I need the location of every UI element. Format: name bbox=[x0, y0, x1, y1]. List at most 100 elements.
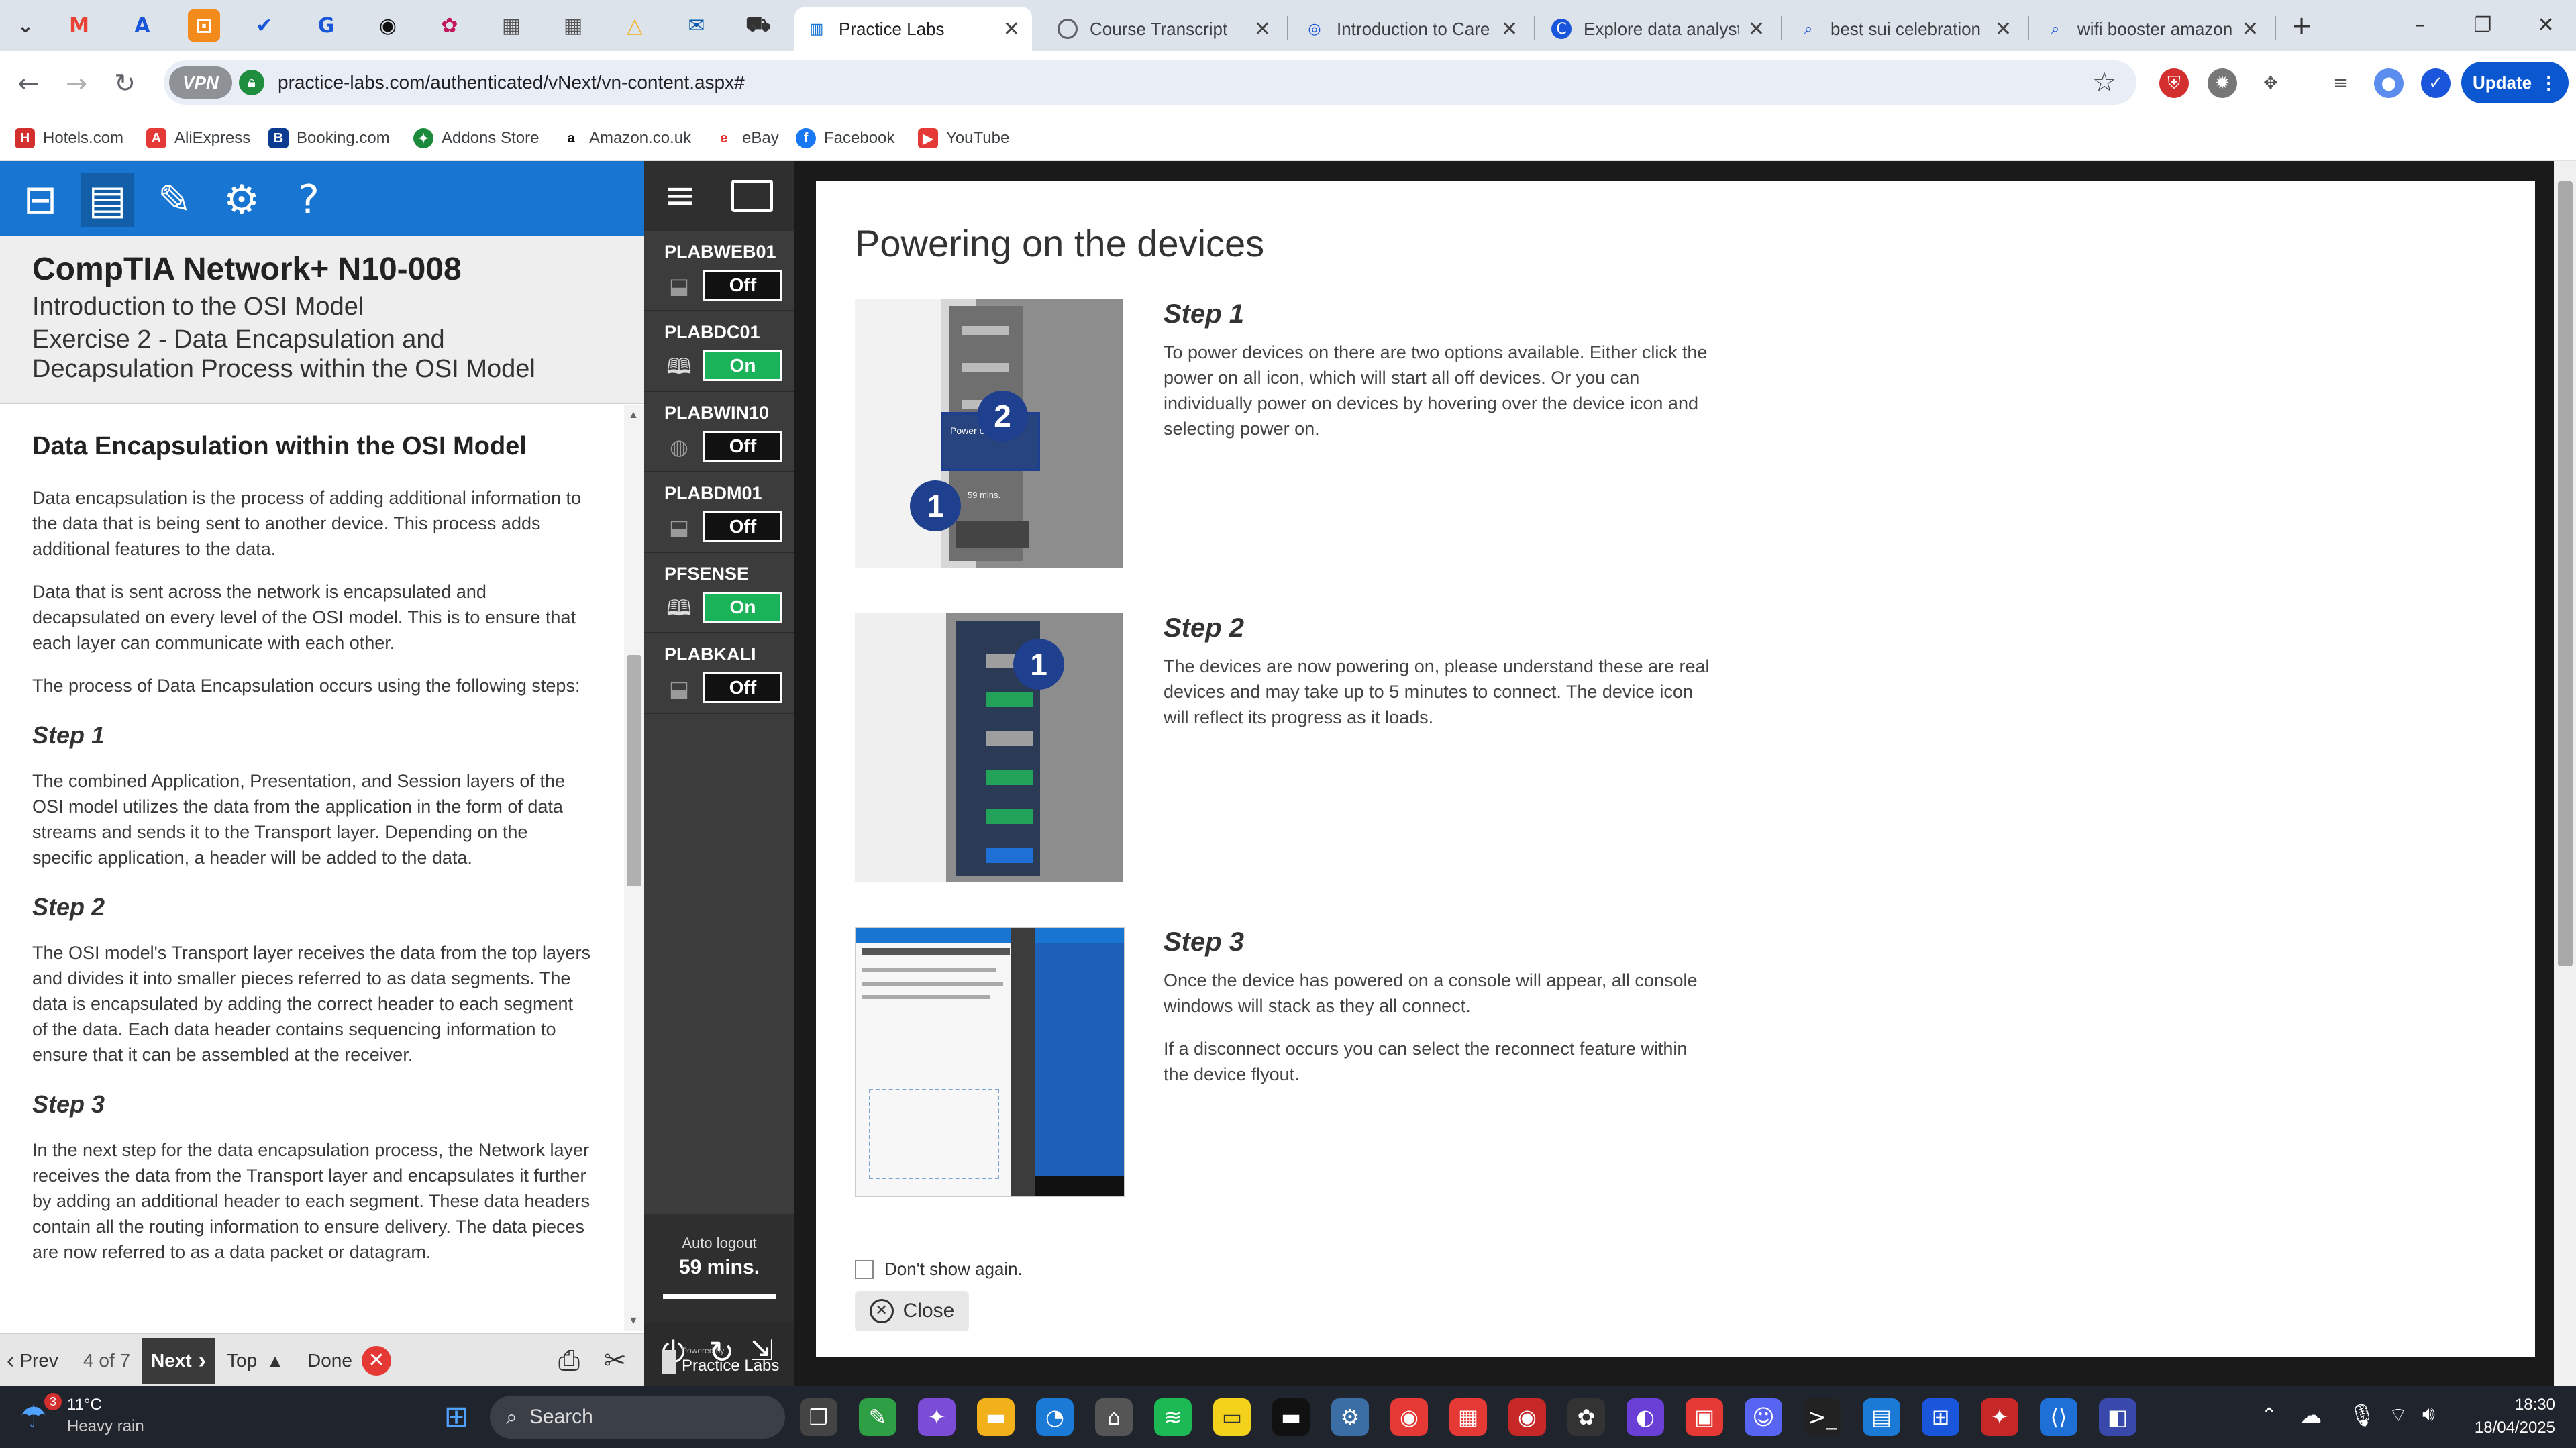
scroll-up-icon[interactable]: ▲ bbox=[628, 409, 639, 421]
bookmark-addons-store[interactable]: ✦ Addons Store bbox=[413, 126, 539, 150]
pinned-tab-g-icon[interactable]: G bbox=[310, 9, 342, 42]
clock-time[interactable]: 18:30 bbox=[2469, 1396, 2555, 1414]
tab-introduction-to-care[interactable]: ◎ Introduction to Care ✕ bbox=[1292, 7, 1530, 51]
device-state-toggle[interactable]: On bbox=[703, 592, 782, 623]
extension-gear-icon[interactable]: ✹ bbox=[2208, 68, 2237, 98]
start-windows-icon[interactable]: ⊞ bbox=[437, 1398, 475, 1436]
discord-icon[interactable]: ☺ bbox=[1745, 1398, 1782, 1436]
close-tab-icon[interactable]: ✕ bbox=[1501, 17, 1518, 41]
site-info-icon[interactable]: 🔒︎ bbox=[239, 70, 264, 95]
bookmark-star-icon[interactable]: ☆ bbox=[2092, 67, 2116, 98]
drive-tab-icon[interactable]: △ bbox=[619, 9, 651, 42]
new-tab-button[interactable]: + bbox=[2281, 9, 2322, 42]
close-tab-icon[interactable]: ✕ bbox=[1003, 17, 1020, 41]
spotify-icon[interactable]: ≋ bbox=[1154, 1398, 1192, 1436]
print-icon[interactable]: ⎙ bbox=[558, 1342, 580, 1380]
app-gear-icon[interactable]: ⚙ bbox=[1331, 1398, 1369, 1436]
device-pfsense[interactable]: PFSENSE 🕮︎ On bbox=[644, 553, 794, 633]
pinned-tab-a-icon[interactable]: A bbox=[126, 9, 158, 42]
app-blue-icon[interactable]: ▤ bbox=[1863, 1398, 1900, 1436]
tab-explore-data-analyst[interactable]: C Explore data analyst r ✕ bbox=[1539, 7, 1777, 51]
pinned-tab-car-icon[interactable]: ⛟ bbox=[742, 9, 774, 42]
app-red-icon[interactable]: ✦ bbox=[1981, 1398, 2018, 1436]
device-state-toggle[interactable]: Off bbox=[703, 672, 782, 703]
lesson-book-icon[interactable]: ▤ bbox=[81, 173, 134, 227]
pinned-tab-check-icon[interactable]: ✔ bbox=[248, 9, 280, 42]
bookmark-youtube[interactable]: ▶ YouTube bbox=[918, 126, 1009, 150]
pinned-tab-grid2-icon[interactable]: ▦ bbox=[557, 9, 589, 42]
dont-show-checkbox[interactable] bbox=[855, 1259, 874, 1279]
gmail-tab-icon[interactable]: M bbox=[63, 9, 95, 42]
app-windows-icon[interactable]: ⊞ bbox=[1922, 1398, 1959, 1436]
chrome-active-icon[interactable]: ◉ bbox=[1508, 1398, 1546, 1436]
sticky-notes-icon[interactable]: ▭ bbox=[1213, 1398, 1251, 1436]
device-plabweb01[interactable]: PLABWEB01 ⬓ Off bbox=[644, 231, 794, 311]
terminal-icon[interactable]: >_ bbox=[1804, 1398, 1841, 1436]
pinned-tab-grid-icon[interactable]: ▦ bbox=[495, 9, 527, 42]
bookmark-facebook[interactable]: f Facebook bbox=[796, 126, 894, 150]
settings-gear-icon[interactable]: ⚙ bbox=[215, 173, 268, 227]
password-shield-icon[interactable]: ✓ bbox=[2421, 68, 2451, 98]
github-desktop-icon[interactable]: ◐ bbox=[1627, 1398, 1664, 1436]
bookmark-booking[interactable]: B Booking.com bbox=[268, 126, 390, 150]
fullscreen-icon[interactable] bbox=[731, 180, 773, 212]
hamburger-menu-icon[interactable]: ≡ bbox=[664, 174, 696, 217]
app-green-icon[interactable]: ✎ bbox=[859, 1398, 896, 1436]
outlook-tab-icon[interactable]: ✉ bbox=[680, 9, 713, 42]
top-button[interactable]: Top ▲ bbox=[227, 1342, 284, 1380]
close-tab-icon[interactable]: ✕ bbox=[1748, 17, 1765, 41]
done-button[interactable]: Done ✕ bbox=[307, 1342, 391, 1380]
device-state-toggle[interactable]: Off bbox=[703, 511, 782, 542]
volume-icon[interactable]: 🔊︎ bbox=[2422, 1402, 2435, 1426]
forward-arrow-icon[interactable]: → bbox=[59, 66, 94, 101]
chatgpt-icon[interactable]: ✿ bbox=[1567, 1398, 1605, 1436]
bookmark-aliexpress[interactable]: A AliExpress bbox=[146, 126, 250, 150]
minimize-window-icon[interactable]: – bbox=[2400, 9, 2440, 42]
lesson-scroll-thumb[interactable] bbox=[627, 655, 641, 886]
archive-icon[interactable]: ⊟ bbox=[13, 173, 67, 227]
profile-avatar-icon[interactable]: ● bbox=[2374, 68, 2404, 98]
app-notification-icon[interactable]: ▣ bbox=[1686, 1398, 1723, 1436]
file-explorer-icon[interactable]: ▬ bbox=[977, 1398, 1015, 1436]
calendar-app-icon[interactable]: ▦ bbox=[1449, 1398, 1487, 1436]
tools-icon[interactable]: ✂ bbox=[604, 1342, 627, 1380]
onedrive-cloud-icon[interactable]: ☁ bbox=[2300, 1402, 2322, 1428]
close-tab-icon[interactable]: ✕ bbox=[1254, 17, 1271, 41]
device-plabkali[interactable]: PLABKALI ⬓ Off bbox=[644, 633, 794, 714]
back-arrow-icon[interactable]: ← bbox=[11, 66, 46, 101]
device-state-toggle[interactable]: Off bbox=[703, 270, 782, 301]
store-icon[interactable]: ⌂ bbox=[1095, 1398, 1133, 1436]
bookmark-amazon[interactable]: a Amazon.co.uk bbox=[561, 126, 691, 150]
pinned-tab-orange-icon[interactable]: ⊡ bbox=[188, 9, 220, 42]
prev-button[interactable]: ‹ Prev bbox=[7, 1342, 58, 1380]
microphone-icon[interactable]: 🎙︎ bbox=[2349, 1402, 2376, 1428]
reload-icon[interactable]: ↻ bbox=[107, 66, 142, 101]
weather-widget[interactable]: ☂ 3 bbox=[20, 1393, 62, 1437]
media-queue-icon[interactable]: ≡ bbox=[2326, 68, 2355, 98]
copilot-icon[interactable]: ✦ bbox=[918, 1398, 956, 1436]
terminal-app-icon[interactable]: ▬ bbox=[1272, 1398, 1310, 1436]
help-question-icon[interactable]: ? bbox=[282, 173, 336, 227]
pinned-tab-flower-icon[interactable]: ✿ bbox=[433, 9, 466, 42]
device-state-toggle[interactable]: On bbox=[703, 350, 782, 381]
device-plabdc01[interactable]: PLABDC01 🕮︎ On bbox=[644, 311, 794, 392]
close-tab-icon[interactable]: ✕ bbox=[1995, 17, 2012, 41]
close-button[interactable]: ✕ Close bbox=[855, 1291, 969, 1331]
device-plabdm01[interactable]: PLABDM01 ⬓ Off bbox=[644, 472, 794, 553]
update-button[interactable]: Update ⋮ bbox=[2461, 62, 2569, 103]
device-plabwin10[interactable]: PLABWIN10 ◍ Off bbox=[644, 392, 794, 472]
github-tab-icon[interactable]: ◉ bbox=[372, 9, 404, 42]
edge-icon[interactable]: ◔ bbox=[1036, 1398, 1074, 1436]
tray-chevron-up-icon[interactable]: ⌃ bbox=[2261, 1404, 2277, 1426]
vpn-badge[interactable]: VPN bbox=[169, 66, 232, 99]
wifi-icon[interactable]: ⌔ bbox=[2389, 1402, 2408, 1428]
bookmark-hotels[interactable]: H Hotels.com bbox=[15, 126, 123, 150]
tab-course-transcript[interactable]: Course Transcript ✕ bbox=[1045, 7, 1283, 51]
next-button[interactable]: Next › bbox=[142, 1338, 215, 1384]
dont-show-again[interactable]: Don't show again. bbox=[855, 1259, 1023, 1280]
scroll-down-icon[interactable]: ▼ bbox=[628, 1315, 639, 1327]
close-tab-icon[interactable]: ✕ bbox=[2242, 17, 2259, 41]
tab-list-chevron-icon[interactable]: ⌄ bbox=[9, 9, 42, 42]
restore-window-icon[interactable]: ❐ bbox=[2463, 9, 2503, 42]
tab-practice-labs[interactable]: ▥ Practice Labs ✕ bbox=[794, 7, 1032, 51]
